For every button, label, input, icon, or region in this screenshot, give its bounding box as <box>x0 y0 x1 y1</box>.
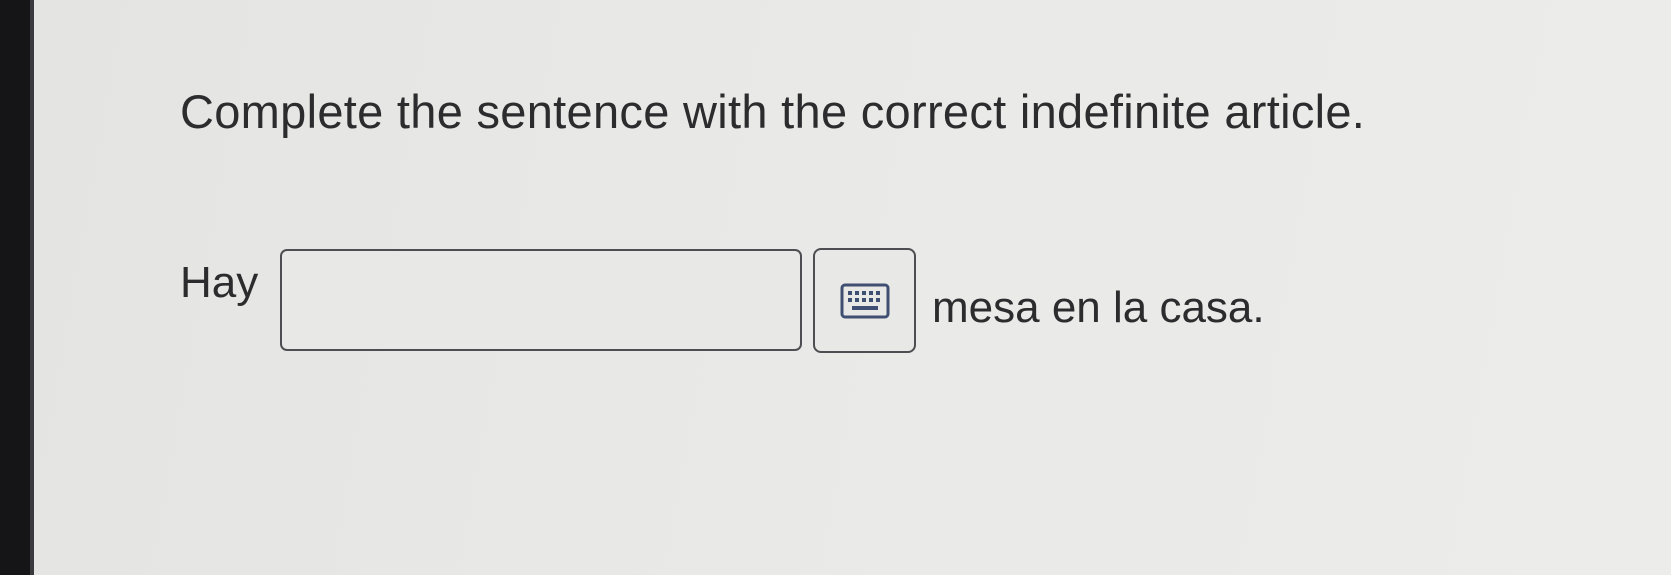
keyboard-button[interactable] <box>813 248 916 353</box>
screen-bezel <box>0 0 30 575</box>
sentence-after-text: mesa en la casa. <box>932 283 1265 332</box>
question-prompt: Complete the sentence with the correct i… <box>180 85 1366 138</box>
keyboard-icon <box>840 283 889 318</box>
answer-input[interactable] <box>280 249 802 351</box>
sentence-before-text: Hay <box>180 258 259 307</box>
